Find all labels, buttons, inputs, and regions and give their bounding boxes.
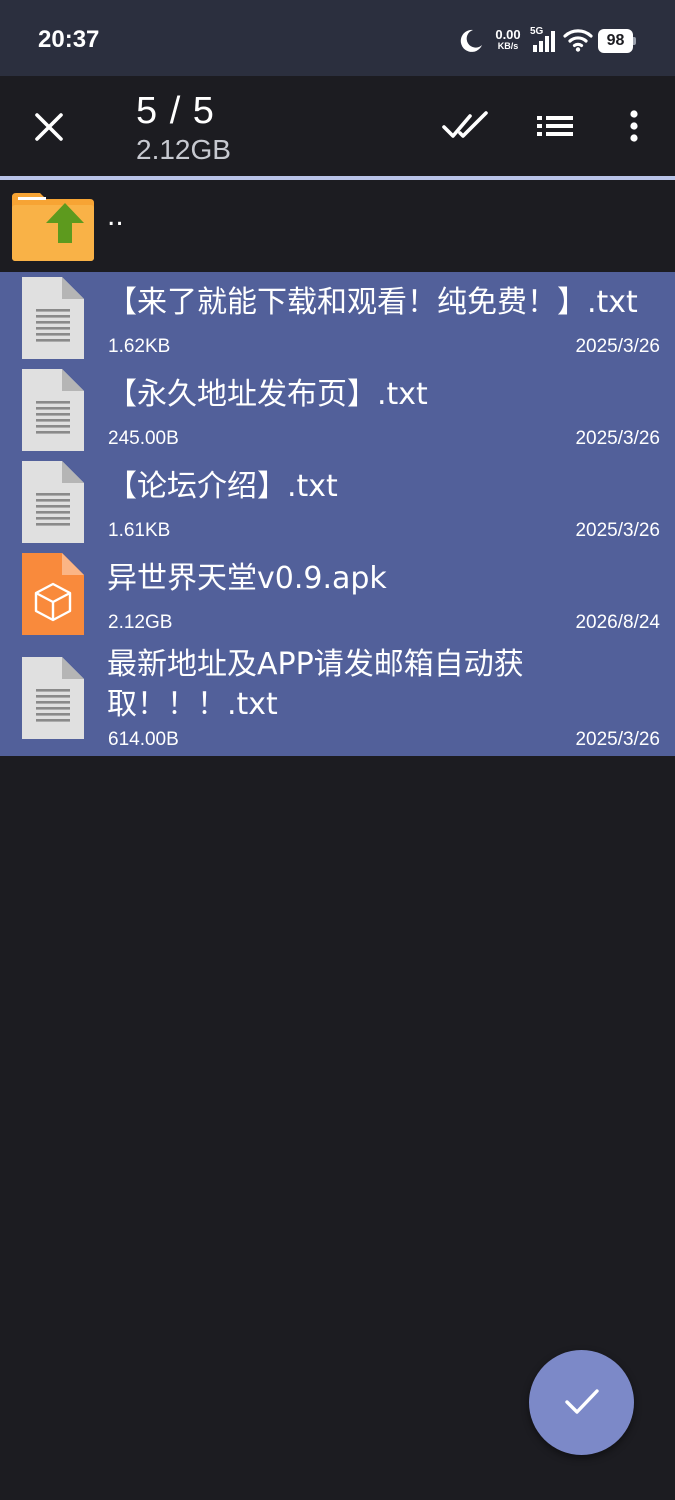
battery-icon: 98 <box>598 29 636 53</box>
text-file-icon <box>22 461 84 543</box>
file-name: 异世界天堂v0.9.apk <box>107 561 387 596</box>
file-size: 245.00B <box>108 428 179 449</box>
file-list: 【来了就能下载和观看！纯免费！】.txt 1.62KB 2025/3/26 【永… <box>0 272 675 756</box>
signal-icon: 5G <box>530 26 560 54</box>
selection-count: 5 / 5 <box>136 90 215 132</box>
file-size: 614.00B <box>108 729 179 750</box>
list-item[interactable]: 【来了就能下载和观看！纯免费！】.txt 1.62KB 2025/3/26 <box>0 272 675 364</box>
file-name: 【来了就能下载和观看！纯免费！】.txt <box>107 285 638 320</box>
status-time: 20:37 <box>38 26 100 53</box>
apk-file-icon <box>22 553 84 635</box>
net-speed: 0.00 KB/s <box>492 28 524 51</box>
list-item[interactable]: 最新地址及APP请发邮箱自动获取！！！.txt 614.00B 2025/3/2… <box>0 640 675 756</box>
file-size: 2.12GB <box>108 612 173 633</box>
parent-dir-label: .. <box>107 199 124 232</box>
check-icon <box>565 1389 599 1414</box>
text-file-icon <box>22 277 84 359</box>
selection-size: 2.12GB <box>136 134 231 165</box>
close-icon[interactable] <box>28 106 70 148</box>
battery-level: 98 <box>598 29 633 53</box>
status-bar: 20:37 0.00 KB/s 5G 98 <box>0 0 675 76</box>
list-item[interactable]: 【论坛介绍】.txt 1.61KB 2025/3/26 <box>0 456 675 548</box>
net-speed-value: 0.00 <box>495 27 521 42</box>
text-file-icon <box>22 657 84 739</box>
folder-up-icon <box>12 193 94 261</box>
file-size: 1.62KB <box>108 336 171 357</box>
toolbar-divider <box>0 176 675 180</box>
file-name: 【论坛介绍】.txt <box>107 469 338 504</box>
file-size: 1.61KB <box>108 520 171 541</box>
file-name: 最新地址及APP请发邮箱自动获取！！！.txt <box>107 647 524 722</box>
list-view-icon[interactable] <box>534 106 576 146</box>
more-vert-icon[interactable] <box>614 104 654 148</box>
file-date: 2025/3/26 <box>575 729 660 750</box>
moon-icon <box>460 29 482 52</box>
list-item[interactable]: 【永久地址发布页】.txt 245.00B 2025/3/26 <box>0 364 675 456</box>
file-name: 【永久地址发布页】.txt <box>107 377 428 412</box>
confirm-fab[interactable] <box>529 1350 634 1455</box>
text-file-icon <box>22 369 84 451</box>
file-date: 2025/3/26 <box>575 428 660 449</box>
net-speed-unit: KB/s <box>497 41 519 51</box>
list-item[interactable]: 异世界天堂v0.9.apk 2.12GB 2026/8/24 <box>0 548 675 640</box>
parent-dir-row[interactable]: .. <box>0 181 675 271</box>
wifi-icon <box>563 29 593 52</box>
file-date: 2025/3/26 <box>575 336 660 357</box>
file-date: 2025/3/26 <box>575 520 660 541</box>
select-all-icon[interactable] <box>440 106 492 146</box>
file-date: 2026/8/24 <box>575 612 660 633</box>
selection-toolbar: 5 / 5 2.12GB <box>0 76 675 176</box>
